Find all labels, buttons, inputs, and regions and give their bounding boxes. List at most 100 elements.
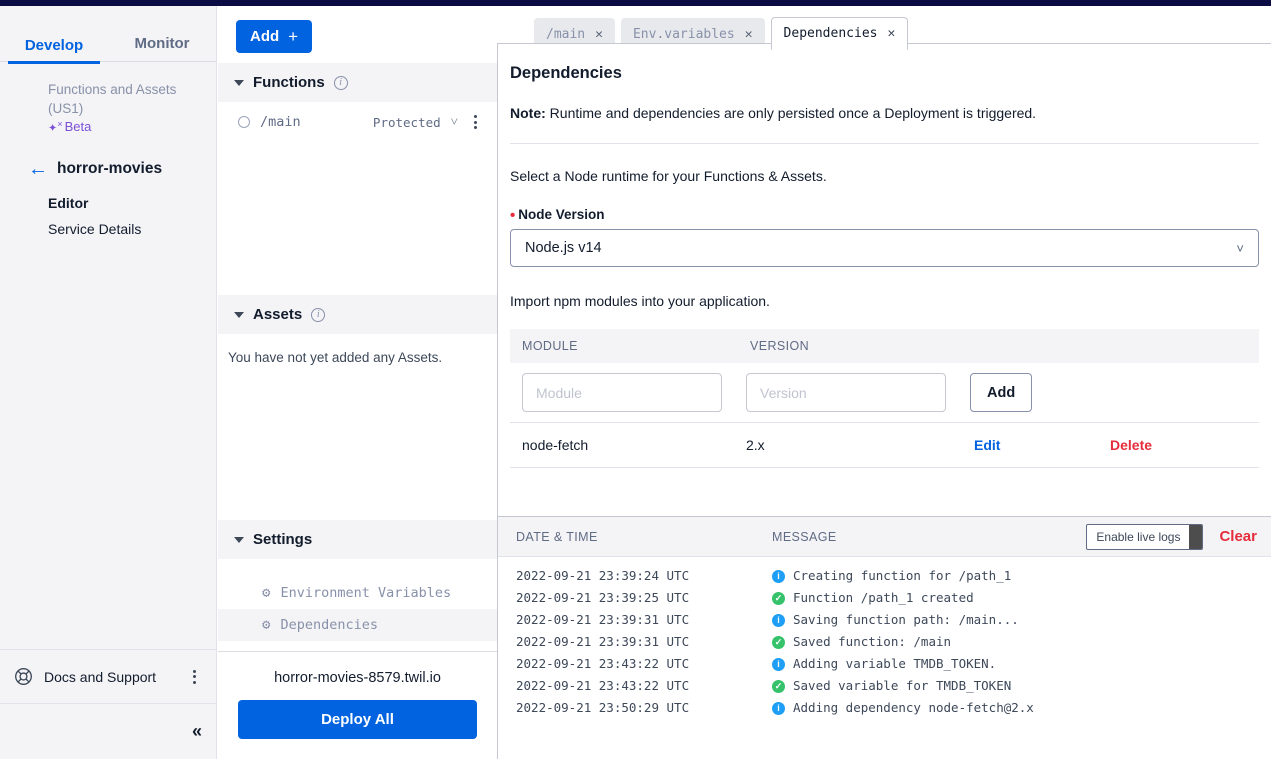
product-block: Functions and Assets (US1) ✦× Beta [0, 62, 216, 137]
log-message: Function /path_1 created [793, 590, 974, 605]
gear-icon: ⚙ [262, 585, 271, 601]
nav-tab-monitor-label: Monitor [134, 35, 190, 52]
log-message: Creating function for /path_1 [793, 568, 1012, 583]
deploy-zone: horror-movies-8579.twil.io Deploy All [218, 651, 497, 759]
resource-panel: Add + Functions i /main Protected ˅ Asse… [218, 6, 497, 759]
info-badge-icon: i [772, 613, 785, 627]
version-input[interactable] [746, 373, 946, 412]
log-message: Adding variable TMDB_TOKEN. [793, 656, 997, 671]
service-url: horror-movies-8579.twil.io [274, 670, 441, 686]
plus-icon: + [288, 27, 299, 46]
assets-section-header[interactable]: Assets i [218, 295, 497, 335]
editor-tab-dependencies[interactable]: Dependencies ✕ [770, 17, 909, 50]
editor-tab-env-variables-label: Env.variables [632, 26, 735, 42]
docs-kebab-menu-icon[interactable] [187, 666, 202, 688]
clear-logs-button[interactable]: Clear [1219, 528, 1257, 545]
settings-item-dependencies[interactable]: ⚙ Dependencies [218, 609, 497, 641]
sidebar-item-editor-label: Editor [48, 194, 89, 211]
log-timestamp: 2022-09-21 23:43:22 UTC [516, 656, 690, 671]
node-version-label: • Node Version [510, 207, 605, 224]
log-row: 2022-09-21 23:50:29 UTC i Adding depende… [498, 697, 1271, 719]
info-icon[interactable]: i [311, 307, 326, 322]
gear-icon: ⚙ [262, 617, 271, 633]
check-badge-icon: ✓ [772, 635, 785, 649]
info-badge-icon: i [772, 569, 785, 583]
log-message-wrap: i Adding dependency node-fetch@2.x [772, 699, 1034, 717]
product-name-line1: Functions and Assets [48, 82, 177, 97]
chevron-down-icon[interactable]: ˅ [451, 114, 458, 130]
node-version-value: Node.js v14 [525, 240, 602, 256]
log-message-wrap: ✓ Saved variable for TMDB_TOKEN [772, 677, 1011, 695]
enable-live-logs-toggle[interactable]: Enable live logs [1086, 523, 1204, 550]
beta-badge: ✦× Beta [48, 119, 91, 135]
note-text: Note: Runtime and dependencies are only … [510, 83, 1259, 121]
delete-dependency-link[interactable]: Delete [1110, 437, 1152, 453]
note-body: Runtime and dependencies are only persis… [545, 105, 1037, 121]
node-version-select[interactable]: Node.js v14 ˅ [510, 229, 1259, 267]
close-icon[interactable]: ✕ [745, 27, 753, 42]
function-kebab-menu-icon[interactable] [468, 111, 483, 133]
close-icon[interactable]: ✕ [595, 27, 603, 42]
edit-dependency-link[interactable]: Edit [974, 437, 1110, 453]
toggle-knob [1189, 524, 1203, 549]
editor-tab-main-label: /main [546, 26, 586, 42]
arrow-left-icon: ← [28, 157, 48, 180]
chevrons-left-icon: « [191, 721, 202, 741]
log-timestamp: 2022-09-21 23:43:22 UTC [516, 678, 690, 693]
sidebar-item-service-details-label: Service Details [48, 220, 142, 237]
logs-header: DATE & TIME MESSAGE Enable live logs Cle… [498, 517, 1271, 557]
sidebar-item-editor[interactable]: Editor [0, 179, 216, 211]
modules-intro: Import npm modules into your application… [510, 293, 770, 309]
table-row: node-fetch 2.x Edit Delete [510, 422, 1259, 468]
log-timestamp: 2022-09-21 23:39:31 UTC [516, 634, 690, 649]
log-row: 2022-09-21 23:39:25 UTC ✓ Function /path… [498, 587, 1271, 609]
log-row: 2022-09-21 23:43:22 UTC i Adding variabl… [498, 653, 1271, 675]
dependency-version: 2.x [746, 437, 765, 453]
function-path: /main [260, 114, 301, 130]
info-badge-icon: i [772, 701, 785, 715]
check-badge-icon: ✓ [772, 591, 785, 605]
log-message-wrap: ✓ Saved function: /main [772, 633, 951, 651]
column-header-version: VERSION [750, 339, 810, 353]
app-root: Develop Monitor Functions and Assets (US… [0, 0, 1271, 759]
docs-and-support-label: Docs and Support [44, 668, 157, 685]
beta-label: Beta [64, 119, 92, 135]
runtime-intro: Select a Node runtime for your Functions… [510, 168, 827, 184]
dependencies-panel: Dependencies Note: Runtime and dependenc… [497, 43, 1271, 516]
log-timestamp: 2022-09-21 23:50:29 UTC [516, 700, 690, 715]
enable-live-logs-label: Enable live logs [1096, 529, 1181, 544]
caret-down-icon [234, 311, 244, 318]
function-row-main[interactable]: /main Protected ˅ [218, 102, 497, 142]
logs-list: 2022-09-21 23:39:24 UTC i Creating funct… [498, 557, 1271, 719]
service-name: horror-movies [57, 159, 163, 177]
page-title: Dependencies [510, 64, 622, 82]
info-icon[interactable]: i [333, 75, 348, 90]
log-message-wrap: i Creating function for /path_1 [772, 567, 1011, 585]
log-message: Adding dependency node-fetch@2.x [793, 700, 1034, 715]
new-dependency-row: Add [510, 363, 1259, 412]
docs-and-support[interactable]: Docs and Support [0, 649, 216, 703]
assets-section-title: Assets [253, 306, 303, 324]
log-row: 2022-09-21 23:43:22 UTC ✓ Saved variable… [498, 675, 1271, 697]
settings-section-title: Settings [253, 531, 313, 548]
caret-down-icon [234, 536, 244, 543]
column-header-date-time: DATE & TIME [516, 529, 598, 544]
module-input[interactable] [522, 373, 722, 412]
back-to-service[interactable]: ← horror-movies [0, 137, 216, 179]
settings-item-environment-variables[interactable]: ⚙ Environment Variables [218, 577, 497, 609]
nav-tab-develop[interactable]: Develop [0, 37, 108, 64]
close-icon[interactable]: ✕ [887, 26, 895, 41]
functions-section-header[interactable]: Functions i [218, 63, 497, 102]
add-dependency-button[interactable]: Add [970, 373, 1033, 412]
sidebar-item-service-details[interactable]: Service Details [0, 211, 216, 237]
collapse-sidebar-button[interactable]: « [0, 703, 216, 759]
logs-panel: DATE & TIME MESSAGE Enable live logs Cle… [497, 516, 1271, 759]
functions-section-title: Functions [253, 74, 325, 91]
nav-tab-develop-label: Develop [24, 37, 84, 54]
info-badge-icon: i [772, 657, 785, 671]
settings-section-header[interactable]: Settings [218, 520, 497, 559]
add-button[interactable]: Add + [236, 20, 313, 53]
log-row: 2022-09-21 23:39:31 UTC i Saving functio… [498, 609, 1271, 631]
deploy-all-button[interactable]: Deploy All [238, 700, 477, 739]
nav-tab-monitor[interactable]: Monitor [108, 35, 216, 61]
